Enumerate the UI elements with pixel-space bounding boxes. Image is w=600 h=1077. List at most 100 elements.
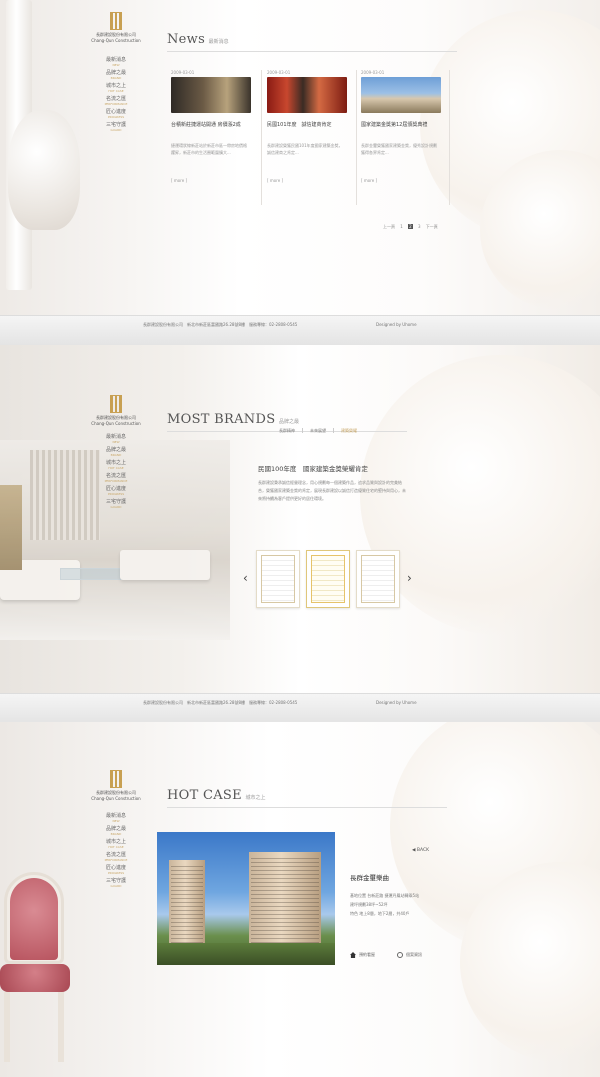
news-date: 2009-03-01 [171, 70, 195, 75]
nav-item-hotcase[interactable]: 城市之上 HOT CASE [96, 83, 136, 95]
nav-item-guard[interactable]: 三宅守護 GUARD [96, 878, 136, 890]
news-thumbnail[interactable] [171, 77, 251, 113]
news-thumbnail[interactable] [361, 77, 441, 113]
hotcase-title: HOT CASE [167, 788, 242, 803]
pager-next[interactable]: 下一頁 [426, 224, 438, 229]
chevron-right-icon[interactable]: › [407, 571, 412, 585]
nav-item-guard[interactable]: 三宅守護 GUARD [96, 499, 136, 511]
case-photo-trees [157, 943, 335, 965]
hotcase-subtitle: 城市之上 [245, 795, 266, 801]
footer-designer[interactable]: Designed by Uhome [376, 700, 417, 705]
logo-text-en: Chang-Qun Construction [91, 38, 141, 43]
nav-item-news[interactable]: 最新消息 NEW [96, 813, 136, 825]
footer-company-info: 長群建設股份有限公司 新北市新莊區富國路26.28號8樓 服務專線：02-280… [143, 322, 298, 327]
nav-item-progress[interactable]: 匠心進度 PROGRESS [96, 865, 136, 877]
brands-subtitle: 品牌之最 [279, 419, 300, 425]
news-headline[interactable]: 台積新莊捷運站開通 房價漲2成 [171, 121, 259, 128]
case-info: 基地位置 台新莊路 捷運丹鳳站轉乘5站 建坪規劃38坪~52坪 特色 地上8層，… [350, 891, 419, 918]
news-date: 2009-03-01 [267, 70, 291, 75]
news-date: 2009-03-01 [361, 70, 385, 75]
footer: 長群建設股份有限公司 新北市新莊區富國路26.28號8樓 服務專線：02-280… [0, 315, 600, 345]
tab-spirit[interactable]: 長群精神 [272, 428, 303, 433]
main-nav: 最新消息 NEW 品牌之最 BRAND 城市之上 HOT CASE 名流之匯 PERFO… [96, 57, 136, 135]
tab-future[interactable]: 未來展望 [303, 428, 334, 433]
news-headline[interactable]: 民國101年度 誠信建商肯定 [267, 121, 355, 128]
brands-panel: 長群建設股份有限公司 Chang-Qun Construction 最新消息 NE… [0, 345, 600, 693]
logo-mark-icon [110, 770, 122, 788]
nav-item-news[interactable]: 最新消息 NEW [96, 434, 136, 446]
news-headline[interactable]: 國家建築金獎第12屆頒獎典禮 [361, 121, 449, 128]
brands-title: MOST BRANDS [167, 412, 276, 427]
nav-item-brand[interactable]: 品牌之最 BRAND [96, 70, 136, 82]
pager-page[interactable]: 3 [418, 224, 421, 229]
pager-prev[interactable]: 上一頁 [383, 224, 395, 229]
hotcase-panel: 長群建設股份有限公司 Chang-Qun Construction 最新消息 NE… [0, 722, 600, 1077]
news-summary: 長群金璽榮獲國家建築金獎，優秀設計規劃獲得各界肯定... [361, 143, 437, 155]
case-info-link[interactable]: 個案資訊 [397, 952, 422, 958]
news-summary: 長群建設榮獲民國101年度國家建築金獎，誠信建商之肯定... [267, 143, 343, 155]
chevron-left-icon[interactable]: ‹ [243, 571, 248, 585]
case-location: 基地位置 台新莊路 捷運丹鳳站轉乘5站 [350, 893, 420, 898]
news-summary: 捷運環狀線新莊站於新莊市區一帶房地價格躍昇，新莊市的生活圈範圍擴大... [171, 143, 247, 155]
decor-vase [8, 110, 80, 230]
news-title: News [167, 32, 206, 47]
nav-item-performance[interactable]: 名流之匯 PERFORMANCE [96, 96, 136, 108]
news-card[interactable]: 2009-03-01 民國101年度 誠信建商肯定 長群建設榮獲民國101年度國… [267, 70, 355, 210]
case-photo[interactable] [157, 832, 335, 965]
case-size: 建坪規劃38坪~52坪 [350, 902, 388, 907]
news-pager: 上一頁 1 2 3 下一頁 [383, 224, 442, 230]
logo-mark-icon [110, 12, 122, 30]
nav-item-news[interactable]: 最新消息 NEW [96, 57, 136, 69]
nav-item-performance[interactable]: 名流之匯 PERFORMANCE [96, 473, 136, 485]
certificate-thumbnail[interactable] [306, 550, 350, 608]
divider [356, 70, 357, 205]
case-feature: 特色 地上8層，地下2層，共40戶 [350, 911, 410, 916]
nav-item-progress[interactable]: 匠心進度 PROGRESS [96, 486, 136, 498]
reserve-visit-link[interactable]: 預約看屋 [350, 952, 375, 958]
footer: 長群建設股份有限公司 新北市新莊區富國路26.28號8樓 服務專線：02-280… [0, 693, 600, 723]
news-card[interactable]: 2009-03-01 台積新莊捷運站開通 房價漲2成 捷運環狀線新莊站於新莊市區… [171, 70, 259, 210]
main-nav: 最新消息 NEW 品牌之最 BRAND 城市之上 HOT CASE 名流之匯 PERFO… [96, 434, 136, 512]
footer-designer[interactable]: Designed by Uhome [376, 322, 417, 327]
logo-text-en: Chang-Qun Construction [91, 796, 141, 801]
nav-item-progress[interactable]: 匠心進度 PROGRESS [96, 109, 136, 121]
certificate-thumbnail[interactable] [356, 550, 400, 608]
nav-item-performance[interactable]: 名流之匯 PERFORMANCE [96, 852, 136, 864]
globe-icon [397, 952, 403, 958]
divider [449, 70, 450, 205]
nav-item-guard[interactable]: 三宅守護 GUARD [96, 122, 136, 134]
house-icon [350, 952, 356, 958]
nav-item-brand[interactable]: 品牌之最 BRAND [96, 447, 136, 459]
case-name: 長群金璽樂曲 [350, 874, 389, 882]
divider [261, 70, 262, 205]
brands-description: 長群建設秉承誠信經營理念，用心規劃每一個建築作品，追求品質與設計的完美結合，榮獲… [258, 480, 406, 501]
company-logo[interactable]: 長群建設股份有限公司 Chang-Qun Construction [86, 770, 146, 801]
nav-item-hotcase[interactable]: 城市之上 HOT CASE [96, 460, 136, 472]
main-nav: 最新消息 NEW 品牌之最 BRAND 城市之上 HOT CASE 名流之匯 PERFO… [96, 813, 136, 891]
brands-tabs: 長群精神 未來展望 建築榮耀 [272, 428, 364, 434]
logo-mark-icon [110, 395, 122, 413]
company-logo[interactable]: 長群建設股份有限公司 Chang-Qun Construction [86, 395, 146, 426]
news-more-link[interactable]: [ more ] [267, 178, 355, 183]
nav-item-brand[interactable]: 品牌之最 BRAND [96, 826, 136, 838]
news-thumbnail[interactable] [267, 77, 347, 113]
logo-text-en: Chang-Qun Construction [91, 421, 141, 426]
company-logo[interactable]: 長群建設股份有限公司 Chang-Qun Construction [86, 12, 146, 43]
pager-page[interactable]: 1 [400, 224, 403, 229]
building-left [169, 860, 205, 950]
news-subtitle: 最新消息 [208, 39, 229, 45]
tab-honor[interactable]: 建築榮耀 [334, 428, 364, 433]
news-card[interactable]: 2009-03-01 國家建築金獎第12屆頒獎典禮 長群金璽榮獲國家建築金獎，優… [361, 70, 449, 210]
nav-item-hotcase[interactable]: 城市之上 HOT CASE [96, 839, 136, 851]
certificate-thumbnail[interactable] [256, 550, 300, 608]
news-more-link[interactable]: [ more ] [171, 178, 259, 183]
brands-heading: 民國100年度 國家建築金獎榮耀肯定 [258, 465, 368, 473]
hotcase-section-title: HOT CASE 城市之上 [167, 788, 447, 808]
footer-company-info: 長群建設股份有限公司 新北市新莊區富國路26.28號8樓 服務專線：02-280… [143, 700, 298, 705]
news-more-link[interactable]: [ more ] [361, 178, 449, 183]
back-button[interactable]: ◀ BACK [412, 848, 429, 853]
decor-chair [0, 872, 70, 1077]
pager-page-current[interactable]: 2 [408, 224, 413, 229]
news-section-title: News 最新消息 [167, 32, 457, 52]
news-panel: 長群建設股份有限公司 Chang-Qun Construction 最新消息 NE… [0, 0, 600, 315]
